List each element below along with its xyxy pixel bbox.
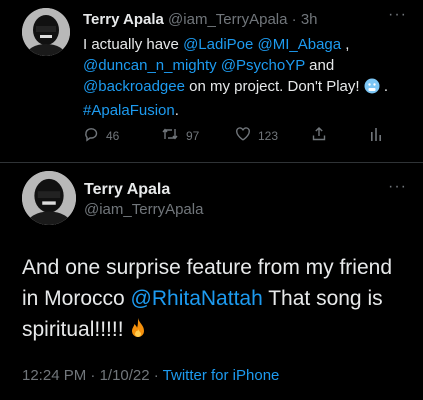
separator: · <box>149 367 163 384</box>
text-segment: . <box>379 78 389 95</box>
mention-link[interactable]: @duncan_n_mighty <box>83 57 217 74</box>
tweet-actions: 46 97 123 <box>83 126 393 148</box>
mention-link[interactable]: @backroadgee <box>83 78 185 95</box>
more-options-icon[interactable]: ··· <box>388 6 407 24</box>
tweet-time[interactable]: 12:24 PM <box>22 367 86 384</box>
tweet-header: Terry Apala @iam_TerryApala · 3h <box>83 11 318 28</box>
cold-face-emoji-icon <box>364 78 380 100</box>
tweet-date[interactable]: 1/10/22 <box>100 367 150 384</box>
timestamp[interactable]: 3h <box>301 11 318 28</box>
fire-emoji-icon <box>129 317 147 348</box>
separator: · <box>86 367 100 384</box>
mention-link[interactable]: @PsychoYP <box>221 57 305 74</box>
analytics-icon <box>369 126 383 145</box>
text-segment: and <box>304 57 335 74</box>
mention-link[interactable]: @RhitaNattah <box>131 287 263 310</box>
reply-icon <box>83 126 99 145</box>
share-icon <box>311 126 327 145</box>
heart-icon <box>235 126 251 145</box>
mention-link[interactable]: @MI_Abaga <box>258 36 342 53</box>
source-link[interactable]: Twitter for iPhone <box>163 367 280 384</box>
like-count: 123 <box>258 128 279 143</box>
tweet-text: I actually have @LadiPoe @MI_Abaga , @du… <box>83 34 403 121</box>
separator: · <box>287 11 301 28</box>
retweet-button[interactable]: 97 <box>161 126 199 145</box>
display-name[interactable]: Terry Apala <box>84 181 170 199</box>
share-button[interactable] <box>311 126 327 145</box>
more-options-icon[interactable]: ··· <box>388 178 407 196</box>
handle[interactable]: @iam_TerryApala <box>168 11 287 28</box>
tweet-meta: 12:24 PM · 1/10/22 · Twitter for iPhone <box>22 367 279 384</box>
like-button[interactable]: 123 <box>235 126 278 145</box>
reply-button[interactable]: 46 <box>83 126 119 145</box>
reply-count: 46 <box>106 128 120 143</box>
avatar[interactable] <box>22 171 76 225</box>
retweet-icon <box>161 126 179 145</box>
tweet-text: And one surprise feature from my friend … <box>22 252 412 348</box>
analytics-button[interactable] <box>369 126 383 145</box>
retweet-count: 97 <box>186 128 200 143</box>
text-segment: . <box>174 102 179 119</box>
handle[interactable]: @iam_TerryApala <box>84 201 203 218</box>
divider <box>0 162 423 163</box>
avatar[interactable] <box>22 8 70 56</box>
text-segment: I actually have <box>83 36 184 53</box>
text-segment: on my project. Don't Play! <box>184 78 364 95</box>
hashtag-link[interactable]: #ApalaFusion <box>83 102 175 119</box>
mention-link[interactable]: @LadiPoe <box>183 36 253 53</box>
text-segment: , <box>341 36 350 53</box>
display-name[interactable]: Terry Apala <box>83 11 164 28</box>
